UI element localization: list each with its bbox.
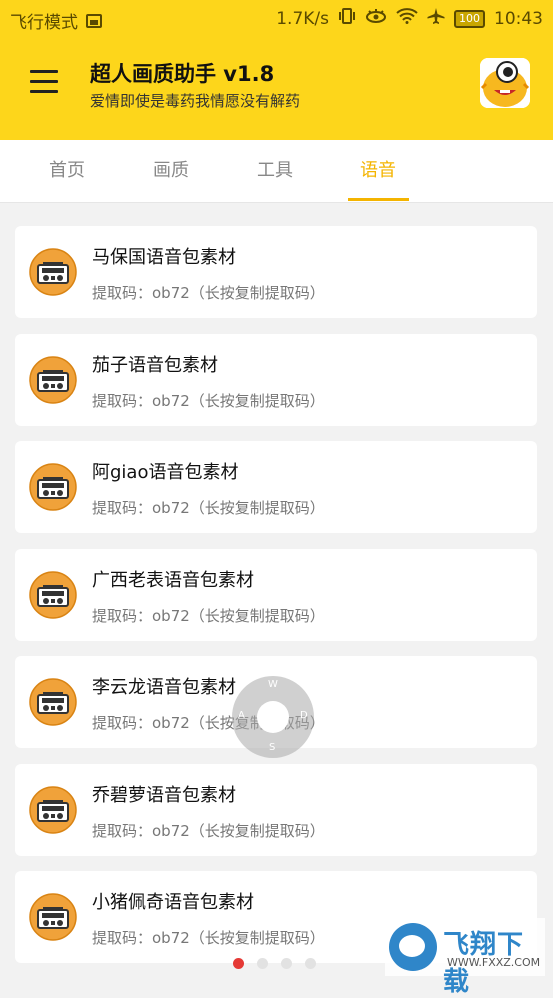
pager-dots bbox=[233, 958, 316, 969]
voice-pack-card[interactable]: 马保国语音包素材提取码：ob72（长按复制提取码） bbox=[15, 226, 537, 318]
radio-icon bbox=[29, 355, 77, 404]
tab-home[interactable]: 首页 bbox=[27, 140, 107, 200]
joystick-key-up: W bbox=[268, 679, 278, 690]
voice-pack-card[interactable]: 阿giao语音包素材提取码：ob72（长按复制提取码） bbox=[15, 441, 537, 533]
pager-dot[interactable] bbox=[233, 958, 244, 969]
joystick-key-down: S bbox=[269, 742, 276, 753]
wifi-icon bbox=[396, 8, 418, 29]
hamburger-menu-icon[interactable] bbox=[30, 70, 58, 94]
joystick-key-right: D bbox=[300, 710, 308, 721]
radio-icon bbox=[29, 678, 77, 726]
vibrate-icon bbox=[338, 8, 356, 29]
tab-bar: 首页 画质 工具 语音 bbox=[0, 140, 553, 203]
extraction-code[interactable]: 提取码：ob72（长按复制提取码） bbox=[92, 605, 325, 626]
cartoon-avatar-icon[interactable] bbox=[480, 58, 530, 108]
extraction-code[interactable]: 提取码：ob72（长按复制提取码） bbox=[92, 927, 325, 948]
extraction-code[interactable]: 提取码：ob72（长按复制提取码） bbox=[92, 820, 325, 841]
radio-icon bbox=[29, 570, 77, 619]
radio-icon bbox=[29, 893, 77, 941]
app-title: 超人画质助手 v1.8 bbox=[90, 62, 275, 86]
tab-tools[interactable]: 工具 bbox=[235, 140, 315, 200]
voice-pack-card[interactable]: 茄子语音包素材提取码：ob72（长按复制提取码） bbox=[15, 333, 537, 426]
clock: 10:43 bbox=[494, 8, 543, 29]
app-header: 超人画质助手 v1.8 爱情即使是毒药我情愿没有解药 bbox=[0, 36, 553, 140]
tab-voice[interactable]: 语音 bbox=[338, 140, 418, 200]
extraction-code[interactable]: 提取码：ob72（长按复制提取码） bbox=[92, 282, 325, 303]
app-subtitle: 爱情即使是毒药我情愿没有解药 bbox=[90, 92, 301, 110]
tab-quality[interactable]: 画质 bbox=[131, 140, 211, 200]
extraction-code[interactable]: 提取码：ob72（长按复制提取码） bbox=[92, 390, 325, 411]
voice-pack-title: 小猪佩奇语音包素材 bbox=[92, 892, 254, 913]
eye-icon bbox=[365, 8, 387, 29]
airplane-mode-label: 飞行模式 bbox=[10, 13, 78, 33]
pager-dot[interactable] bbox=[281, 958, 292, 969]
voice-pack-title: 李云龙语音包素材 bbox=[92, 677, 236, 698]
voice-pack-title: 阿giao语音包素材 bbox=[92, 462, 239, 483]
voice-pack-card[interactable]: 广西老表语音包素材提取码：ob72（长按复制提取码） bbox=[15, 548, 537, 641]
joystick-knob[interactable] bbox=[257, 701, 289, 733]
pager-dot[interactable] bbox=[257, 958, 268, 969]
voice-pack-title: 乔碧萝语音包素材 bbox=[92, 784, 236, 806]
joystick-key-left: A bbox=[238, 710, 245, 721]
voice-pack-title: 茄子语音包素材 bbox=[92, 354, 218, 376]
site-watermark: 飞翔下载 WWW.FXXZ.COM bbox=[385, 918, 545, 997]
airplane-icon bbox=[427, 8, 445, 29]
radio-icon bbox=[29, 248, 77, 296]
extraction-code[interactable]: 提取码：ob72（长按复制提取码） bbox=[92, 497, 325, 518]
status-bar: 飞行模式 1.7K/s 100 10:43 bbox=[0, 0, 553, 36]
voice-pack-card[interactable]: 乔碧萝语音包素材提取码：ob72（长按复制提取码） bbox=[15, 763, 537, 856]
battery-icon: 100 bbox=[454, 9, 485, 28]
network-speed: 1.7K/s bbox=[276, 8, 329, 29]
gallery-icon bbox=[86, 13, 102, 28]
radio-icon bbox=[29, 463, 77, 511]
floating-joystick[interactable]: W A D S bbox=[232, 676, 314, 758]
pager-dot[interactable] bbox=[305, 958, 316, 969]
voice-pack-title: 马保国语音包素材 bbox=[92, 247, 236, 268]
watermark-logo-icon bbox=[389, 923, 437, 971]
active-tab-indicator bbox=[348, 198, 409, 201]
voice-pack-title: 广西老表语音包素材 bbox=[92, 569, 254, 591]
watermark-url: WWW.FXXZ.COM bbox=[447, 956, 541, 969]
radio-icon bbox=[29, 785, 77, 834]
